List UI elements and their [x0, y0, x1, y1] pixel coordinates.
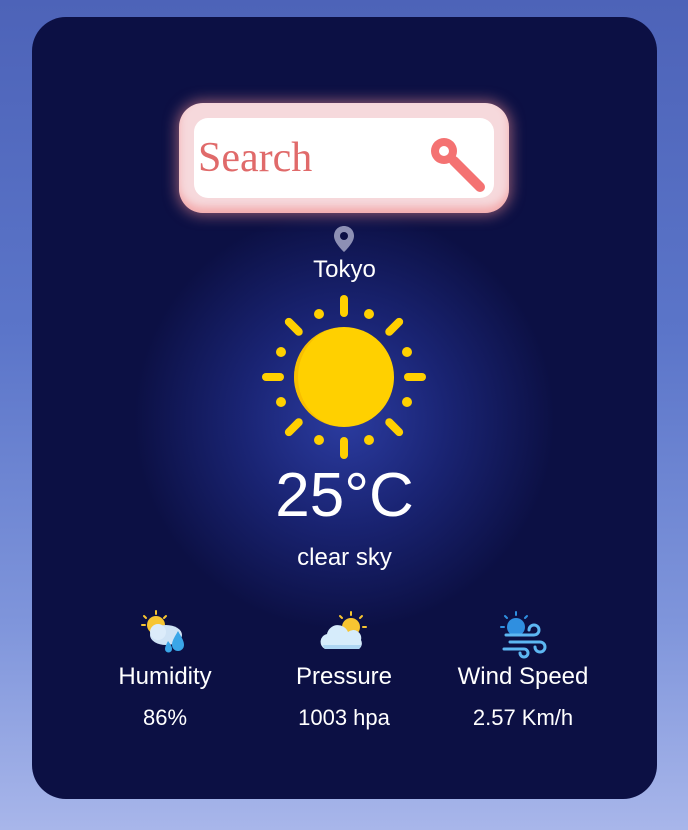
- pressure-label: Pressure: [295, 663, 393, 690]
- stat-humidity: Humidity 86%: [75, 607, 255, 731]
- search-button[interactable]: [426, 132, 490, 196]
- weather-card: Tokyo 25°C clear sky: [32, 17, 657, 799]
- wind-speed-label: Wind Speed: [457, 663, 589, 690]
- humidity-icon: [141, 610, 184, 653]
- search-field-container: [194, 118, 494, 198]
- wind-icon: [500, 611, 547, 659]
- stat-wind-speed: Wind Speed 2.57 Km/h: [433, 607, 613, 731]
- weather-description: clear sky: [297, 544, 392, 571]
- pressure-icon: [320, 611, 367, 649]
- wind-speed-value: 2.57 Km/h: [472, 705, 574, 730]
- map-pin-icon: [334, 226, 354, 252]
- humidity-label: Humidity: [118, 663, 212, 690]
- search-box: [179, 103, 509, 213]
- search-icon: [431, 138, 485, 192]
- humidity-value: 86%: [142, 705, 188, 730]
- city-name: Tokyo: [313, 256, 376, 283]
- stat-pressure: Pressure 1003 hpa: [254, 607, 434, 731]
- sun-icon: [262, 295, 426, 459]
- search-input[interactable]: [198, 126, 418, 190]
- temperature: 25°C: [275, 461, 414, 530]
- pressure-value: 1003 hpa: [298, 705, 390, 730]
